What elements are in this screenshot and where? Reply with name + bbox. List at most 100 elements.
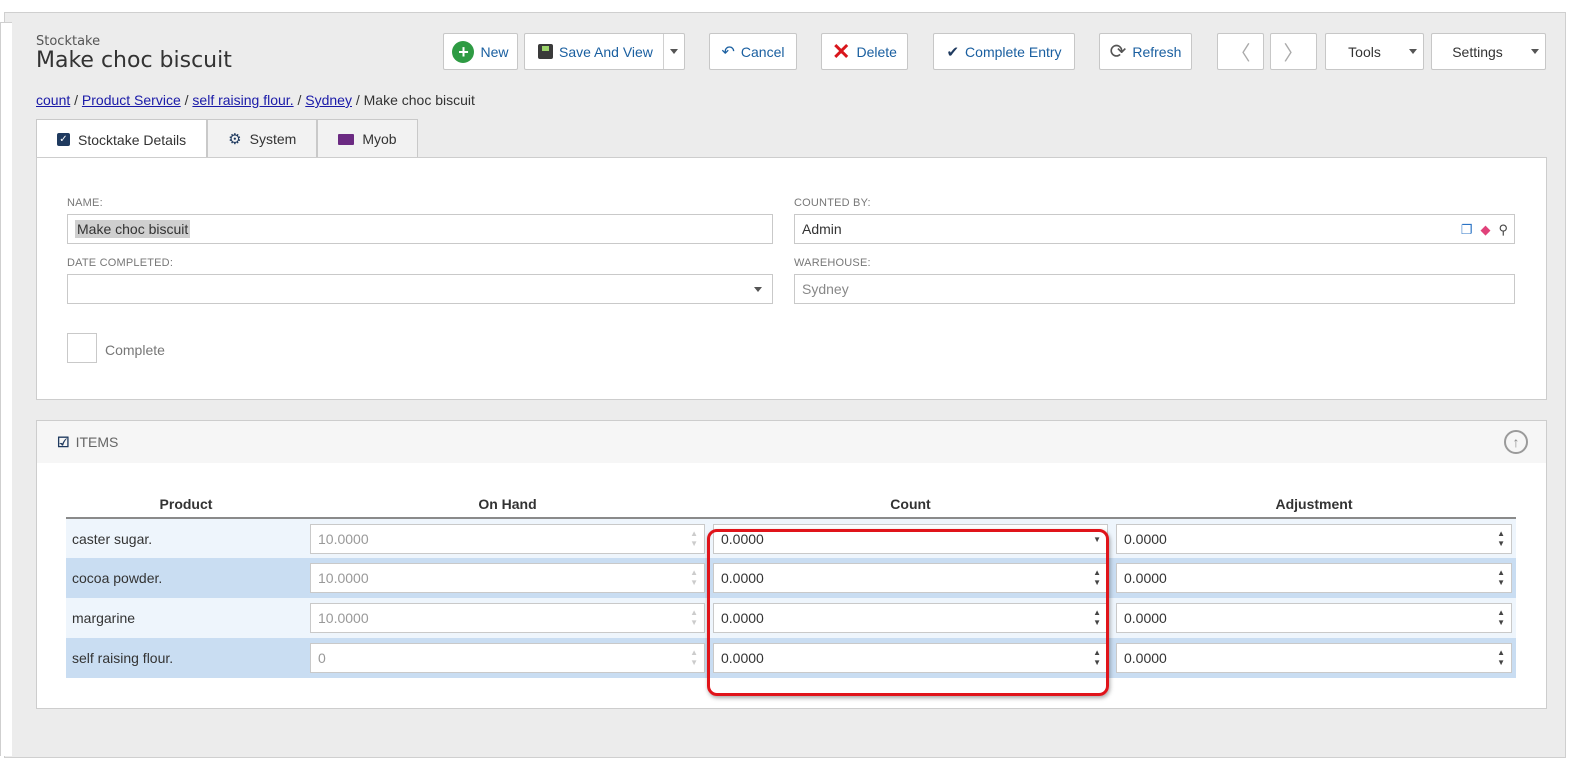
previous-button[interactable]: 〈 — [1217, 33, 1264, 70]
myob-logo-icon — [338, 133, 355, 145]
breadcrumb-separator: / — [184, 92, 189, 108]
count-input[interactable]: 0.0000 ▲ ▼ — [713, 563, 1108, 593]
spinner-icon[interactable]: ▲ ▼ — [1497, 608, 1505, 628]
delete-button[interactable]: ✕ Delete — [821, 33, 908, 70]
count-value: 0.0000 — [721, 650, 764, 666]
on-hand-value: 0 — [318, 650, 326, 666]
breadcrumb-current: Make choc biscuit — [363, 92, 475, 108]
chevron-down-icon — [1531, 49, 1539, 54]
close-icon: ✕ — [832, 38, 851, 64]
tools-menu-button[interactable]: Tools — [1325, 33, 1424, 70]
gear-icon: ⚙ — [228, 131, 242, 148]
page-title: Make choc biscuit — [36, 48, 232, 73]
adjustment-input[interactable]: 0.0000 ▲ ▼ — [1116, 523, 1512, 554]
spinner-icon: ▲ ▼ — [690, 608, 698, 627]
adjustment-input[interactable]: 0.0000 ▲ ▼ — [1116, 643, 1512, 673]
save-and-view-button[interactable]: Save And View — [524, 33, 685, 70]
breadcrumb-link-self-raising-flour[interactable]: self raising flour. — [192, 92, 293, 108]
date-completed-label: DATE COMPLETED: — [67, 257, 174, 269]
chevron-left-icon: 〈 — [1230, 43, 1251, 65]
count-input[interactable]: 0.0000 ▲ ▼ — [713, 603, 1108, 633]
tab-label: System — [249, 131, 297, 147]
complete-entry-label: Complete Entry — [965, 43, 1062, 60]
complete-checkbox-label: Complete — [105, 342, 165, 358]
complete-entry-button[interactable]: ✔ Complete Entry — [933, 33, 1075, 70]
next-button[interactable]: 〉 — [1270, 33, 1317, 70]
warehouse-value: Sydney — [802, 281, 849, 297]
undo-icon: ↶ — [721, 43, 735, 61]
copy-icon[interactable]: ❐ — [1461, 222, 1473, 238]
on-hand-cell: 10.0000 ▲ ▼ — [306, 558, 709, 598]
on-hand-input: 10.0000 ▲ ▼ — [310, 523, 705, 554]
chevron-down-icon[interactable] — [754, 287, 762, 292]
count-input[interactable]: 0.0000 ▼ — [713, 523, 1108, 554]
counted-by-value: Admin — [802, 221, 842, 237]
tab-myob[interactable]: Myob — [317, 119, 418, 158]
new-button-label: New — [480, 43, 509, 60]
checkmark-icon: ✔ — [946, 43, 960, 61]
eraser-icon[interactable]: ◆ — [1480, 222, 1490, 238]
complete-checkbox[interactable] — [67, 333, 97, 363]
window-edge — [0, 22, 12, 756]
adjustment-cell: 0.0000 ▲ ▼ — [1112, 518, 1516, 558]
tab-system[interactable]: ⚙ System — [207, 119, 318, 158]
warehouse-label: WAREHOUSE: — [794, 257, 871, 269]
count-value: 0.0000 — [721, 530, 764, 547]
counted-by-field[interactable]: Admin ❐ ◆ ⚲ — [794, 214, 1515, 244]
spinner-icon[interactable]: ▲ ▼ — [1497, 568, 1505, 588]
adjustment-cell: 0.0000 ▲ ▼ — [1112, 598, 1516, 638]
refresh-button[interactable]: ⟳ Refresh — [1099, 33, 1192, 70]
table-row: margarine 10.0000 ▲ ▼ 0.0000 ▲ ▼ 0.0000 ▲ ▼ — [66, 598, 1516, 638]
spinner-icon[interactable]: ▲ ▼ — [1497, 529, 1505, 549]
search-icon[interactable]: ⚲ — [1498, 222, 1508, 238]
date-completed-field[interactable] — [67, 274, 773, 304]
on-hand-input: 10.0000 ▲ ▼ — [310, 603, 705, 633]
spinner-icon[interactable]: ▲ ▼ — [1093, 648, 1101, 668]
count-cell: 0.0000 ▲ ▼ — [709, 558, 1112, 598]
chevron-down-icon[interactable] — [670, 49, 678, 54]
plus-circle-icon: + — [452, 40, 475, 63]
breadcrumb-link-sydney[interactable]: Sydney — [305, 92, 352, 108]
adjustment-value: 0.0000 — [1124, 570, 1167, 586]
cancel-button[interactable]: ↶ Cancel — [709, 33, 797, 70]
tab-stocktake-details[interactable]: ✓ Stocktake Details — [36, 119, 208, 159]
name-field-value: Make choc biscuit — [75, 220, 191, 238]
items-title: ITEMS — [75, 434, 119, 450]
items-panel-header[interactable]: ☑ ITEMS ↑ — [37, 421, 1546, 463]
collapse-up-icon[interactable]: ↑ — [1504, 430, 1528, 454]
count-value: 0.0000 — [721, 610, 764, 626]
spinner-icon[interactable]: ▲ ▼ — [1093, 608, 1101, 628]
adjustment-input[interactable]: 0.0000 ▲ ▼ — [1116, 563, 1512, 593]
lookup-icons: ❐ ◆ ⚲ — [1461, 222, 1508, 238]
on-hand-cell: 10.0000 ▲ ▼ — [306, 518, 709, 558]
table-row: cocoa powder. 10.0000 ▲ ▼ 0.0000 ▲ ▼ 0.0000 ▲… — [66, 558, 1516, 598]
product-cell: cocoa powder. — [66, 558, 306, 598]
on-hand-input: 0 ▲ ▼ — [310, 643, 705, 673]
settings-menu-button[interactable]: Settings — [1431, 33, 1546, 70]
count-cell: 0.0000 ▲ ▼ — [709, 638, 1112, 678]
breadcrumb-link-count[interactable]: count — [36, 92, 70, 108]
save-button-label: Save And View — [559, 43, 653, 60]
cancel-button-label: Cancel — [740, 43, 785, 60]
count-value: 0.0000 — [721, 570, 764, 586]
chevron-right-icon: 〉 — [1283, 43, 1304, 65]
spinner-icon[interactable]: ▲ ▼ — [1093, 568, 1101, 588]
breadcrumb-link-product-service[interactable]: Product Service — [82, 92, 181, 108]
table-row: self raising flour. 0 ▲ ▼ 0.0000 ▲ ▼ 0.0000 ▲… — [66, 638, 1516, 678]
column-header-adjustment: Adjustment — [1112, 490, 1516, 519]
column-header-count: Count — [709, 490, 1112, 519]
refresh-button-label: Refresh — [1132, 43, 1182, 60]
adjustment-input[interactable]: 0.0000 ▲ ▼ — [1116, 603, 1512, 633]
tab-label: Stocktake Details — [78, 131, 187, 148]
count-input[interactable]: 0.0000 ▲ ▼ — [713, 643, 1108, 673]
spinner-icon[interactable]: ▲ ▼ — [1497, 648, 1505, 668]
name-field[interactable]: Make choc biscuit — [67, 214, 773, 244]
on-hand-cell: 10.0000 ▲ ▼ — [306, 598, 709, 638]
new-button[interactable]: + New — [443, 33, 518, 70]
on-hand-input: 10.0000 ▲ ▼ — [310, 563, 705, 593]
chevron-down-icon[interactable]: ▼ — [1093, 535, 1101, 545]
breadcrumb: count / Product Service / self raising f… — [36, 92, 475, 108]
on-hand-value: 10.0000 — [318, 610, 369, 626]
on-hand-value: 10.0000 — [318, 530, 369, 547]
counted-by-label: COUNTED BY: — [794, 197, 871, 209]
